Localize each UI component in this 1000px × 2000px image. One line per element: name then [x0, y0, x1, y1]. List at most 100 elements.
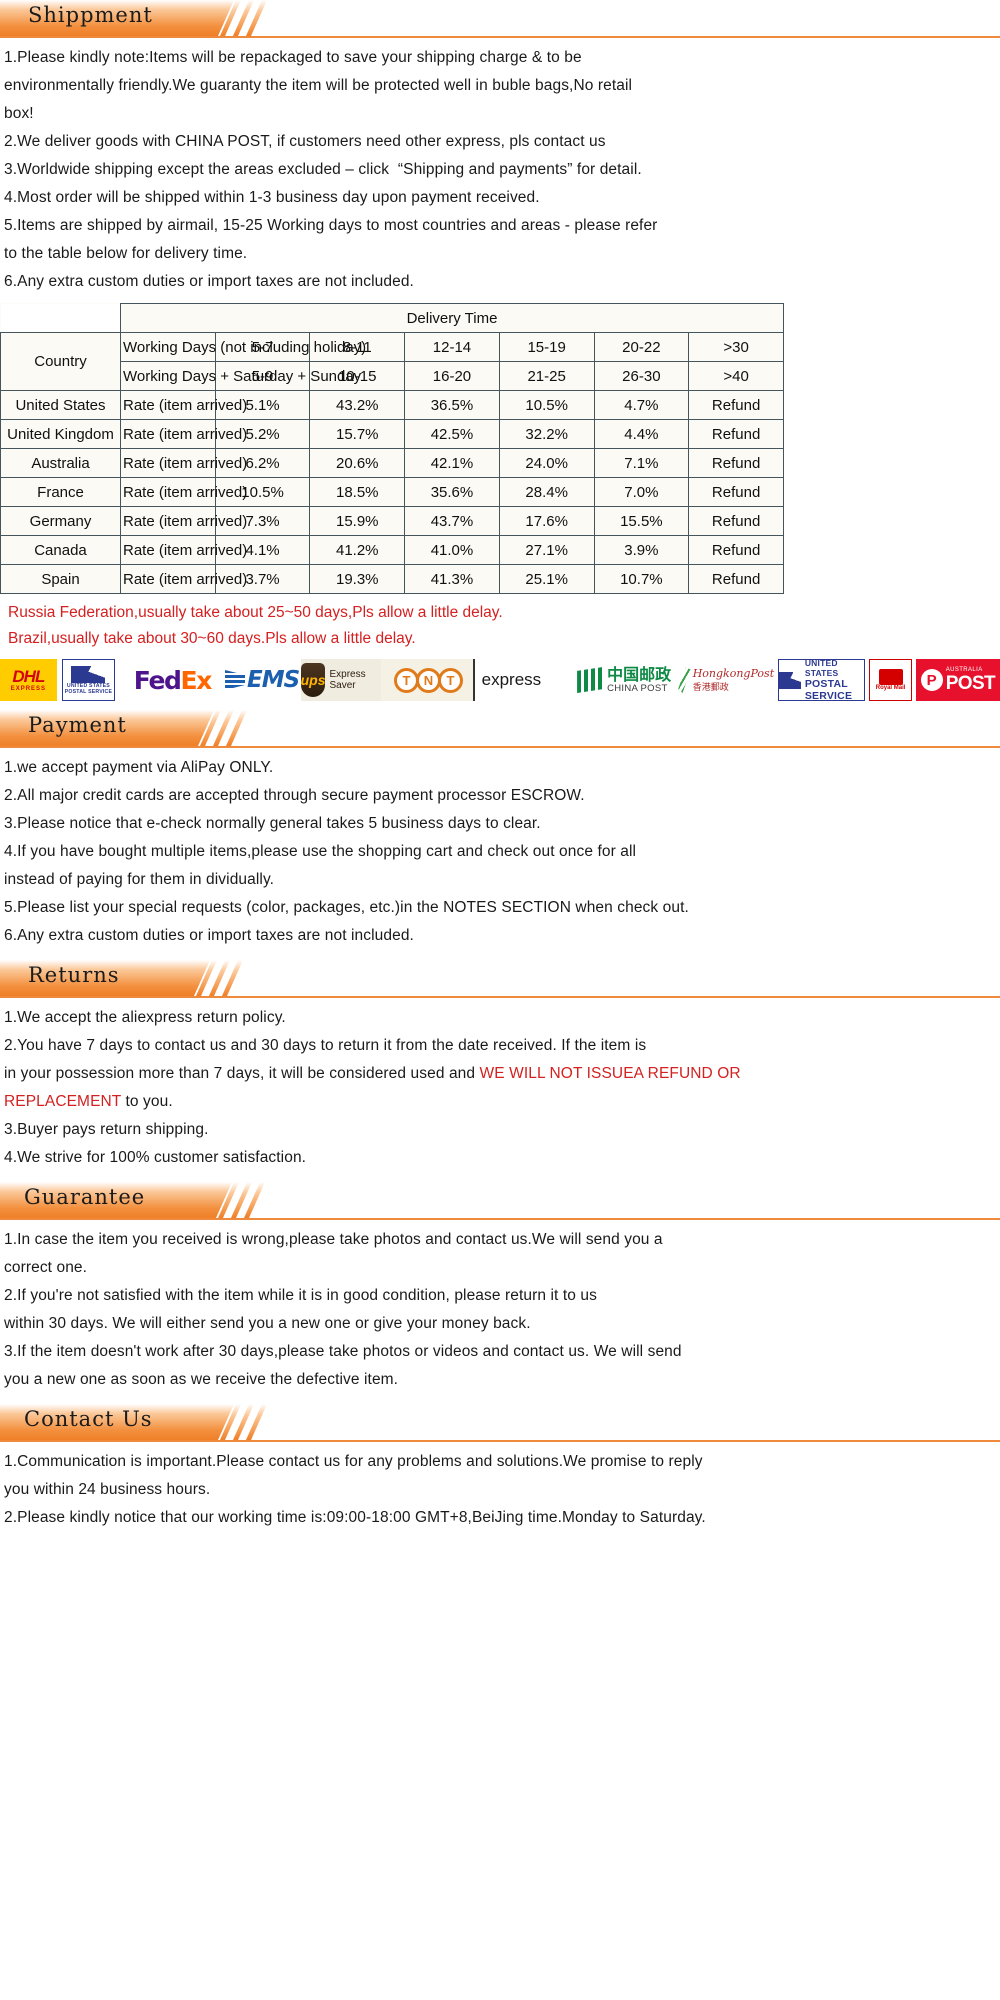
ups-shield-icon: ups — [300, 663, 326, 697]
table-cell-value: 41.0% — [404, 535, 500, 565]
china-post-english: CHINA POST — [607, 683, 668, 694]
guarantee-line-6: you a new one as soon as we receive the … — [4, 1371, 399, 1388]
section-banner-returns: Returns — [0, 960, 1000, 998]
carrier-logo-strip: DHL EXPRESS UNITED STATES POSTAL SERVICE… — [0, 658, 1000, 702]
section-title-returns: Returns — [28, 963, 120, 987]
australia-post-logo-icon: P AUSTRALIA POST — [915, 659, 1000, 701]
table-cell-value: 27.1% — [498, 535, 595, 565]
dhl-wordmark: DHL — [12, 667, 45, 686]
hongkong-post-wing-icon — [678, 667, 691, 693]
payment-text-block: 1.we accept payment via AliPay ONLY. 2.A… — [0, 748, 1000, 950]
table-cell-value: 36.5% — [404, 390, 500, 420]
shipment-line-4: 2.We deliver goods with CHINA POST, if c… — [4, 133, 606, 150]
table-cell-value: 43.7% — [404, 506, 500, 536]
shipment-line-6: 4.Most order will be shipped within 1-3 … — [4, 189, 540, 206]
section-banner-payment: Payment — [0, 710, 1000, 748]
section-title-payment: Payment — [28, 713, 127, 737]
shipment-line-9: 6.Any extra custom duties or import taxe… — [4, 273, 414, 290]
express-word: express — [481, 670, 542, 689]
china-post-logo-icon: 中国邮政 CHINA POST — [570, 659, 679, 701]
section-banner-shipment: Shippment — [0, 0, 1000, 38]
table-cell-value: 41.2% — [309, 535, 406, 565]
table-row: United States Rate (item arrived) 5.1% 4… — [0, 390, 784, 420]
section-banner-contact: Contact Us — [0, 1404, 1000, 1442]
dhl-logo-icon: DHL EXPRESS — [0, 659, 57, 701]
returns-line-6: 4.We strive for 100% customer satisfacti… — [4, 1149, 307, 1166]
table-cell-value: 28.4% — [498, 477, 595, 507]
payment-line-7: 6.Any extra custom duties or import taxe… — [4, 927, 414, 944]
table-cell-country: Canada — [0, 535, 121, 565]
guarantee-line-4: within 30 days. We will either send you … — [4, 1315, 531, 1332]
china-post-chinese: 中国邮政 — [607, 665, 672, 684]
table-cell-rate-label: Rate (item arrived) — [120, 535, 247, 565]
table-cell-country: Spain — [0, 564, 121, 594]
table-cell-value: 25.1% — [498, 564, 595, 594]
special-delivery-notes: Russia Federation,usually take about 25~… — [0, 594, 1000, 654]
table-cell-value: 15.9% — [309, 506, 406, 536]
table-row: Canada Rate (item arrived) 4.1% 41.2% 41… — [0, 535, 784, 565]
shipment-line-7: 5.Items are shipped by airmail, 15-25 Wo… — [4, 217, 658, 234]
table-cell-value: 42.5% — [404, 419, 500, 449]
table-cell-value: Refund — [688, 477, 784, 507]
tnt-logo-icon: T N T — [381, 659, 473, 701]
table-cell-value: 32.2% — [498, 419, 595, 449]
table-header-wrange-6: >40 — [688, 361, 784, 391]
returns-line-4-text: to you. — [121, 1093, 173, 1110]
usps2-line-1: UNITED STATES — [804, 658, 839, 678]
fedex-fed: Fed — [133, 665, 182, 695]
fedex-logo-icon: Fed Ex — [121, 659, 224, 701]
hongkong-post-chinese: 香港郵政 — [692, 681, 729, 692]
table-row: Spain Rate (item arrived) 3.7% 19.3% 41.… — [0, 564, 784, 594]
table-cell-value: 7.0% — [593, 477, 690, 507]
table-row: Germany Rate (item arrived) 7.3% 15.9% 4… — [0, 506, 784, 536]
delivery-time-table: Delivery Time Country Working Days (not … — [0, 303, 784, 594]
china-post-mark-icon — [577, 667, 604, 693]
royal-mail-label: Royal Mail — [875, 685, 906, 691]
section-title-guarantee: Guarantee — [24, 1185, 146, 1209]
table-header-delivery-time: Delivery Time — [120, 303, 784, 333]
australia-post-mark-icon: P — [920, 669, 943, 691]
hongkong-post-english: HongkongPost — [692, 666, 775, 680]
table-cell-value: 15.5% — [593, 506, 690, 536]
table-header-wrange-3: 16-20 — [404, 361, 500, 391]
shipment-line-3: box! — [4, 105, 34, 122]
table-cell-value: Refund — [688, 535, 784, 565]
table-row: Australia Rate (item arrived) 6.2% 20.6%… — [0, 448, 784, 478]
table-row: France Rate (item arrived) 10.5% 18.5% 3… — [0, 477, 784, 507]
royal-mail-mark-icon — [878, 669, 903, 685]
table-header-wrange-4: 21-25 — [498, 361, 595, 391]
table-cell-value: 18.5% — [309, 477, 406, 507]
table-row: United Kingdom Rate (item arrived) 5.2% … — [0, 419, 784, 449]
guarantee-line-3: 2.If you're not satisfied with the item … — [4, 1287, 597, 1304]
table-cell-value: Refund — [688, 506, 784, 536]
returns-line-3-text: in your possession more than 7 days, it … — [4, 1065, 480, 1082]
section-title-shipment: Shippment — [28, 3, 153, 27]
note-russia: Russia Federation,usually take about 25~… — [8, 604, 503, 621]
australia-post-line-2: POST — [945, 673, 996, 694]
returns-warning-part2: REPLACEMENT — [4, 1093, 122, 1110]
returns-warning-part1: WE WILL NOT ISSUEA REFUND OR — [479, 1065, 741, 1082]
table-header-workdays-weekend: Working Days + Saturday + Sunday — [120, 361, 361, 391]
table-cell-rate-label: Rate (item arrived) — [120, 419, 247, 449]
table-cell-value: 20.6% — [309, 448, 406, 478]
table-cell-rate-label: Rate (item arrived) — [120, 564, 247, 594]
shipment-line-5: 3.Worldwide shipping except the areas ex… — [4, 161, 642, 178]
table-cell-country: United States — [0, 390, 121, 420]
returns-text-block: 1.We accept the aliexpress return policy… — [0, 998, 1000, 1172]
table-cell-value: 19.3% — [309, 564, 406, 594]
returns-line-2: 2.You have 7 days to contact us and 30 d… — [4, 1037, 647, 1054]
royal-mail-logo-icon: Royal Mail — [869, 659, 912, 701]
table-cell-value: 41.3% — [404, 564, 500, 594]
usps-logo-icon-2: UNITED STATES POSTAL SERVICE — [778, 658, 866, 702]
tnt-circle-t2: T — [437, 667, 463, 693]
shipment-line-8: to the table below for delivery time. — [4, 245, 248, 262]
payment-line-4: 4.If you have bought multiple items,plea… — [4, 843, 637, 860]
payment-line-2: 2.All major credit cards are accepted th… — [4, 787, 585, 804]
payment-line-3: 3.Please notice that e-check normally ge… — [4, 815, 541, 832]
contact-text-block: 1.Communication is important.Please cont… — [0, 1442, 1000, 1532]
ups-express-saver-label: Express Saver — [329, 669, 366, 691]
contact-line-3: 2.Please kindly notice that our working … — [4, 1509, 706, 1526]
table-cell-rate-label: Rate (item arrived) — [120, 506, 247, 536]
table-cell-country: France — [0, 477, 121, 507]
dhl-subtext: EXPRESS — [10, 686, 47, 692]
